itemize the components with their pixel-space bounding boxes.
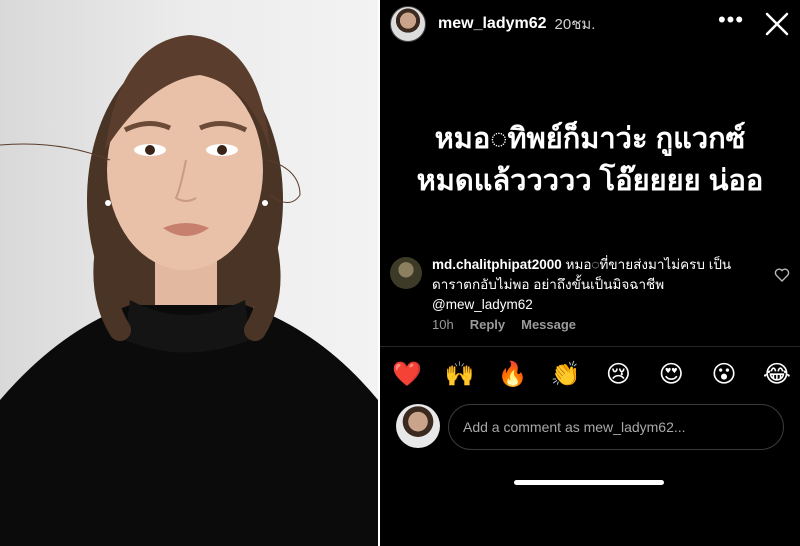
- commenter-username[interactable]: md.chalitphipat2000: [432, 257, 562, 272]
- reply-button[interactable]: Reply: [470, 317, 505, 332]
- portrait-illustration: [0, 35, 378, 546]
- reaction-surprised[interactable]: 😮: [709, 360, 739, 390]
- story-caption-line-1: หมอ◌ทิพย์ก็มาว่ะ กูแวกซ์: [434, 123, 746, 155]
- reaction-laughing[interactable]: 😂: [762, 360, 792, 390]
- comment-input[interactable]: [448, 404, 784, 450]
- story-author-username[interactable]: mew_ladym62: [438, 15, 547, 33]
- current-user-avatar: [396, 404, 440, 448]
- story-timestamp: 20ชม.: [554, 16, 596, 33]
- comment-meta: 10h Reply Message: [432, 317, 576, 332]
- home-indicator[interactable]: [514, 480, 664, 485]
- reaction-raised-hands[interactable]: 🙌: [445, 360, 475, 390]
- close-icon[interactable]: [763, 10, 791, 38]
- heart-outline-icon[interactable]: [774, 267, 790, 283]
- message-button[interactable]: Message: [521, 317, 576, 332]
- story-viewer: mew_ladym62 20ชม. ••• หมอ◌ทิพย์ก็มาว่ะ ก…: [380, 0, 800, 546]
- comment-age: 10h: [432, 317, 454, 332]
- commenter-avatar[interactable]: [390, 257, 422, 289]
- reactions-separator: [380, 346, 800, 347]
- story-caption: หมอ◌ทิพย์ก็มาว่ะ กูแวกซ์ หมดแล้ววววว โอ๊…: [400, 118, 780, 202]
- story-caption-line-2: หมดแล้ววววว โอ๊ยยยย น่ออ: [416, 165, 764, 197]
- comment-composer: [396, 404, 786, 452]
- story-author-avatar[interactable]: [390, 6, 426, 42]
- reaction-crying[interactable]: 😢: [603, 360, 633, 390]
- portrait-photo: [0, 0, 378, 546]
- reaction-clap[interactable]: 👏: [551, 360, 581, 390]
- more-horizontal-icon[interactable]: •••: [717, 9, 745, 38]
- reaction-heart-eyes[interactable]: 😍: [656, 360, 686, 390]
- quick-reactions-bar: ❤️ 🙌 🔥 👏 😢 😍 😮 😂: [392, 360, 792, 390]
- reaction-heart[interactable]: ❤️: [392, 360, 422, 390]
- comment-body: md.chalitphipat2000 หมอ◌ที่ขายส่งมาไม่คร…: [432, 255, 762, 315]
- story-header: mew_ladym62 20ชม. •••: [390, 4, 795, 44]
- reaction-fire[interactable]: 🔥: [498, 360, 528, 390]
